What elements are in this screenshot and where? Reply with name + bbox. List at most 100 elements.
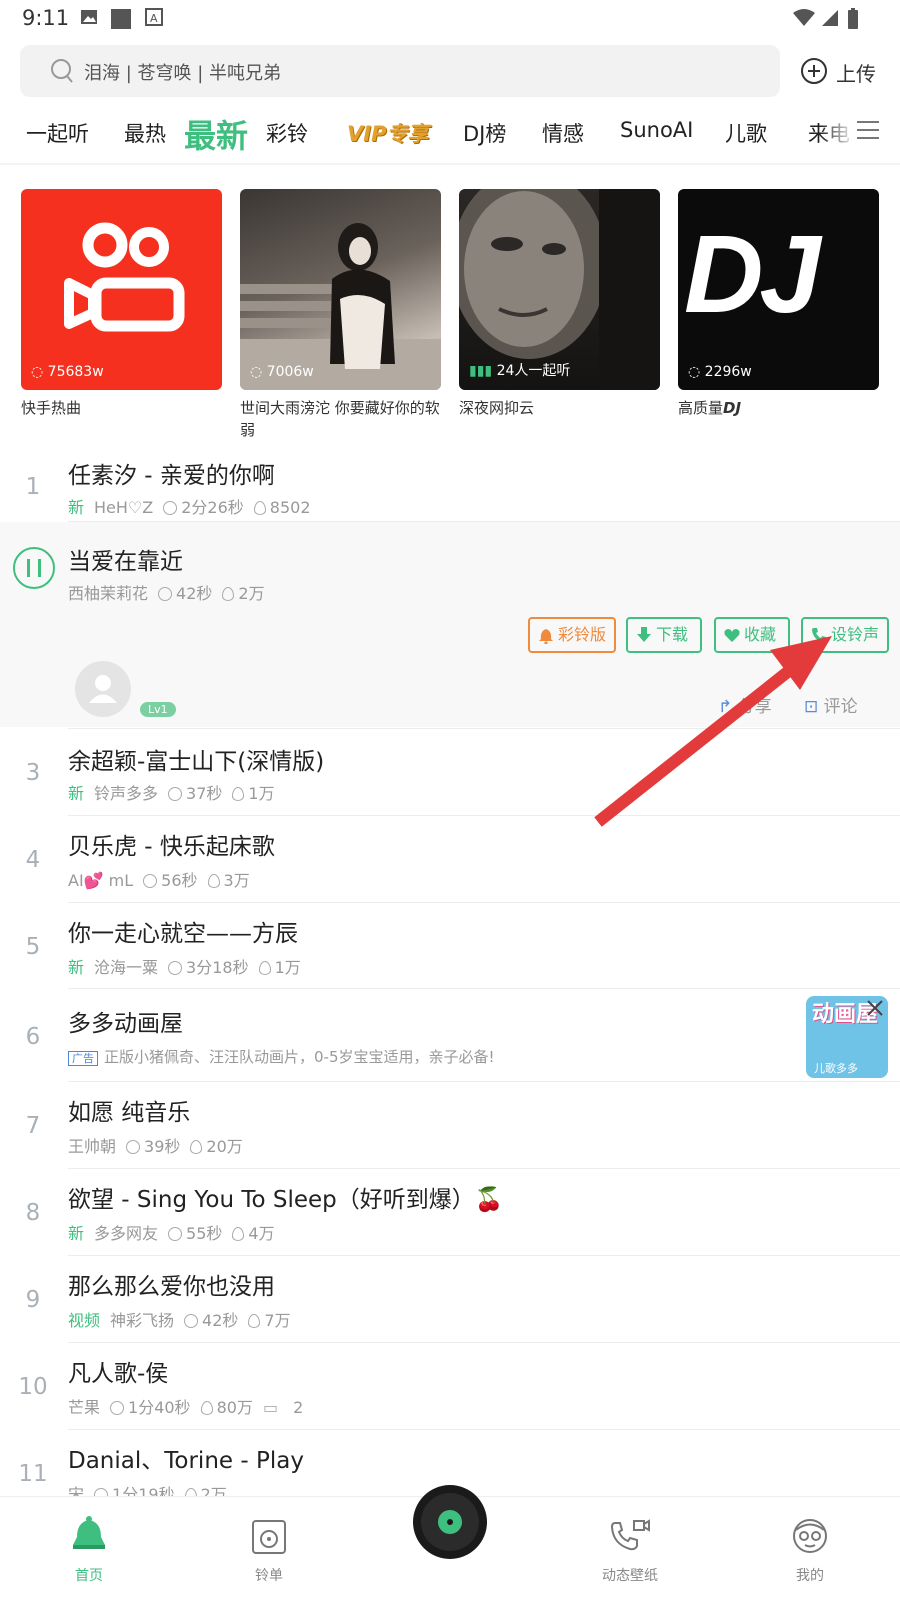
song-row-1[interactable]: 1 任素汐 - 亲爱的你啊 新 HeH♡Z 2分26秒 8502 xyxy=(0,448,900,522)
song-row-5[interactable]: 5 你一走心就空——方辰 新沧海一粟 3分18秒 1万 xyxy=(0,904,900,990)
nav-profile[interactable]: 我的 xyxy=(760,1497,860,1600)
card-title: 深夜网抑云 xyxy=(459,399,535,417)
song-row-9[interactable]: 9 那么那么爱你也没用 视频 神彩飞扬 42秒 7万 xyxy=(0,1257,900,1343)
ad-desc: 广告 正版小猪佩奇、汪汪队动画片，0-5岁宝宝适用，亲子必备! xyxy=(68,1046,505,1067)
set-ringtone-button[interactable]: 设铃声 xyxy=(801,617,889,653)
song-row-4[interactable]: 4 贝乐虎 - 快乐起床歌 AI💕 mL 56秒 3万 xyxy=(0,817,900,903)
card-night[interactable]: ▮▮▮ 24人一起听 xyxy=(459,189,660,390)
wifi-icon xyxy=(793,9,815,26)
row-number: 4 xyxy=(25,847,41,873)
nav-label: 动态壁纸 xyxy=(602,1568,658,1584)
song-meta: 芒果 1分40秒 80万 ▭ 2 xyxy=(68,1398,304,1417)
upload-label: 上传 xyxy=(836,62,876,86)
row-number: 10 xyxy=(18,1374,48,1400)
nav-label: 我的 xyxy=(796,1568,824,1584)
song-meta: AI💕 mL 56秒 3万 xyxy=(68,871,250,890)
nav-label: 首页 xyxy=(75,1568,103,1584)
row-number: 11 xyxy=(18,1461,48,1487)
card-stat: ◌ 7006w xyxy=(250,364,314,380)
now-playing-disc-icon[interactable] xyxy=(411,1483,489,1561)
kuaishou-logo-icon xyxy=(64,222,185,332)
song-meta: 西柚茉莉花 42秒 2万 xyxy=(68,584,265,603)
tab-ringback[interactable]: 彩铃 xyxy=(266,118,308,148)
song-meta: 新铃声多多 37秒 1万 xyxy=(68,784,275,803)
pause-icon[interactable] xyxy=(12,546,56,590)
song-meta: 新多多网友 55秒 4万 xyxy=(68,1224,275,1243)
row-divider xyxy=(68,1429,900,1430)
svg-text:A: A xyxy=(150,12,158,25)
row-number: 6 xyxy=(25,1024,41,1050)
row-number: 3 xyxy=(25,760,41,786)
download-button[interactable]: 下载 xyxy=(626,617,702,653)
app-icon xyxy=(111,9,131,29)
battery-icon xyxy=(848,8,858,29)
tab-emotion[interactable]: 情感 xyxy=(542,118,584,148)
signal-icon xyxy=(822,10,838,26)
card-kuaishou[interactable]: ◌ 75683w xyxy=(21,189,222,390)
playlist-icon xyxy=(252,1520,286,1554)
status-bar: 9:11 A xyxy=(0,0,900,40)
nav-wallpaper[interactable]: 动态壁纸 xyxy=(580,1497,680,1600)
ad-row[interactable]: 6 多多动画屋 广告 正版小猪佩奇、汪汪队动画片，0-5岁宝宝适用，亲子必备! 动… xyxy=(0,990,900,1082)
song-title: 如愿 纯音乐 xyxy=(68,1100,191,1126)
row-divider xyxy=(68,728,900,729)
tab-vip[interactable]: VIP专享 xyxy=(347,118,428,148)
row-number: 8 xyxy=(25,1200,41,1226)
tab-hottest[interactable]: 最热 xyxy=(124,118,166,148)
home-bell-icon xyxy=(73,1516,105,1549)
favorite-button[interactable]: 收藏 xyxy=(714,617,790,653)
share-button[interactable]: ↱ 分享 xyxy=(718,692,772,717)
song-meta: 新沧海一粟 3分18秒 1万 xyxy=(68,958,301,977)
ringback-button[interactable]: 彩铃版 xyxy=(528,617,616,653)
row-number: 7 xyxy=(25,1113,41,1139)
song-row-7[interactable]: 7 如愿 纯音乐 王帅朝 39秒 20万 xyxy=(0,1083,900,1169)
tab-sunoai[interactable]: SunoAI xyxy=(620,118,693,142)
search-input[interactable]: 泪海 | 苍穹唤 | 半吨兄弟 xyxy=(20,45,780,97)
avatar[interactable] xyxy=(74,660,132,718)
nav-label: 铃单 xyxy=(255,1568,283,1584)
nav-home[interactable]: 首页 xyxy=(39,1497,139,1600)
song-row-8[interactable]: 8 欲望 - Sing You To Sleep（好听到爆）🍒 新多多网友 55秒… xyxy=(0,1170,900,1256)
bottom-nav: 首页 铃单 动态壁纸 我的 xyxy=(0,1485,900,1600)
download-icon xyxy=(637,627,651,642)
row-divider xyxy=(68,1081,900,1082)
ad-title: 多多动画屋 xyxy=(68,1011,183,1037)
song-meta: 王帅朝 39秒 20万 xyxy=(68,1137,243,1156)
level-badge: Lv1 xyxy=(140,702,176,717)
heart-icon xyxy=(724,629,740,642)
comment-button[interactable]: ⊡ 评论 xyxy=(804,692,858,717)
nav-playlist[interactable]: 铃单 xyxy=(219,1497,319,1600)
row-divider xyxy=(68,815,900,816)
card-stat: ◌ 75683w xyxy=(31,364,104,380)
tab-together[interactable]: 一起听 xyxy=(26,118,89,148)
card-stat: ◌ 2296w xyxy=(688,364,752,380)
song-title: 当爱在靠近 xyxy=(68,549,183,575)
phone-icon xyxy=(812,628,826,642)
ad-image-subtitle: 儿歌多多 xyxy=(814,1062,858,1075)
tab-kids[interactable]: 儿歌 xyxy=(725,118,767,148)
bell-icon xyxy=(539,629,553,644)
song-title: Danial、Torine - Play xyxy=(68,1448,304,1474)
song-title: 欲望 - Sing You To Sleep（好听到爆）🍒 xyxy=(68,1187,504,1213)
menu-icon[interactable] xyxy=(857,120,879,140)
row-number: 5 xyxy=(25,934,41,960)
card-title: 快手热曲 xyxy=(21,399,82,417)
card-dj[interactable]: DJ ◌ 2296w xyxy=(678,189,879,390)
add-circle-icon xyxy=(801,58,827,84)
tab-newest[interactable]: 最新 xyxy=(184,111,248,157)
photo-girl-bench xyxy=(240,223,441,390)
close-icon[interactable] xyxy=(865,998,885,1018)
song-row-3[interactable]: 3 余超颖-富士山下(深情版) 新铃声多多 37秒 1万 xyxy=(0,730,900,816)
row-divider xyxy=(68,1342,900,1343)
upload-button[interactable]: 上传 xyxy=(800,55,890,89)
song-title: 凡人歌-侯 xyxy=(68,1361,169,1387)
song-title: 你一走心就空——方辰 xyxy=(68,921,298,947)
tab-divider xyxy=(0,163,900,165)
ad-badge: 广告 xyxy=(68,1051,98,1066)
song-title: 余超颖-富士山下(深情版) xyxy=(68,749,325,775)
profile-face-icon xyxy=(793,1519,827,1553)
card-rain[interactable]: ◌ 7006w xyxy=(240,189,441,390)
tab-dj-chart[interactable]: DJ榜 xyxy=(463,118,506,148)
song-row-10[interactable]: 10 凡人歌-侯 芒果 1分40秒 80万 ▭ 2 xyxy=(0,1344,900,1430)
row-divider xyxy=(68,902,900,903)
